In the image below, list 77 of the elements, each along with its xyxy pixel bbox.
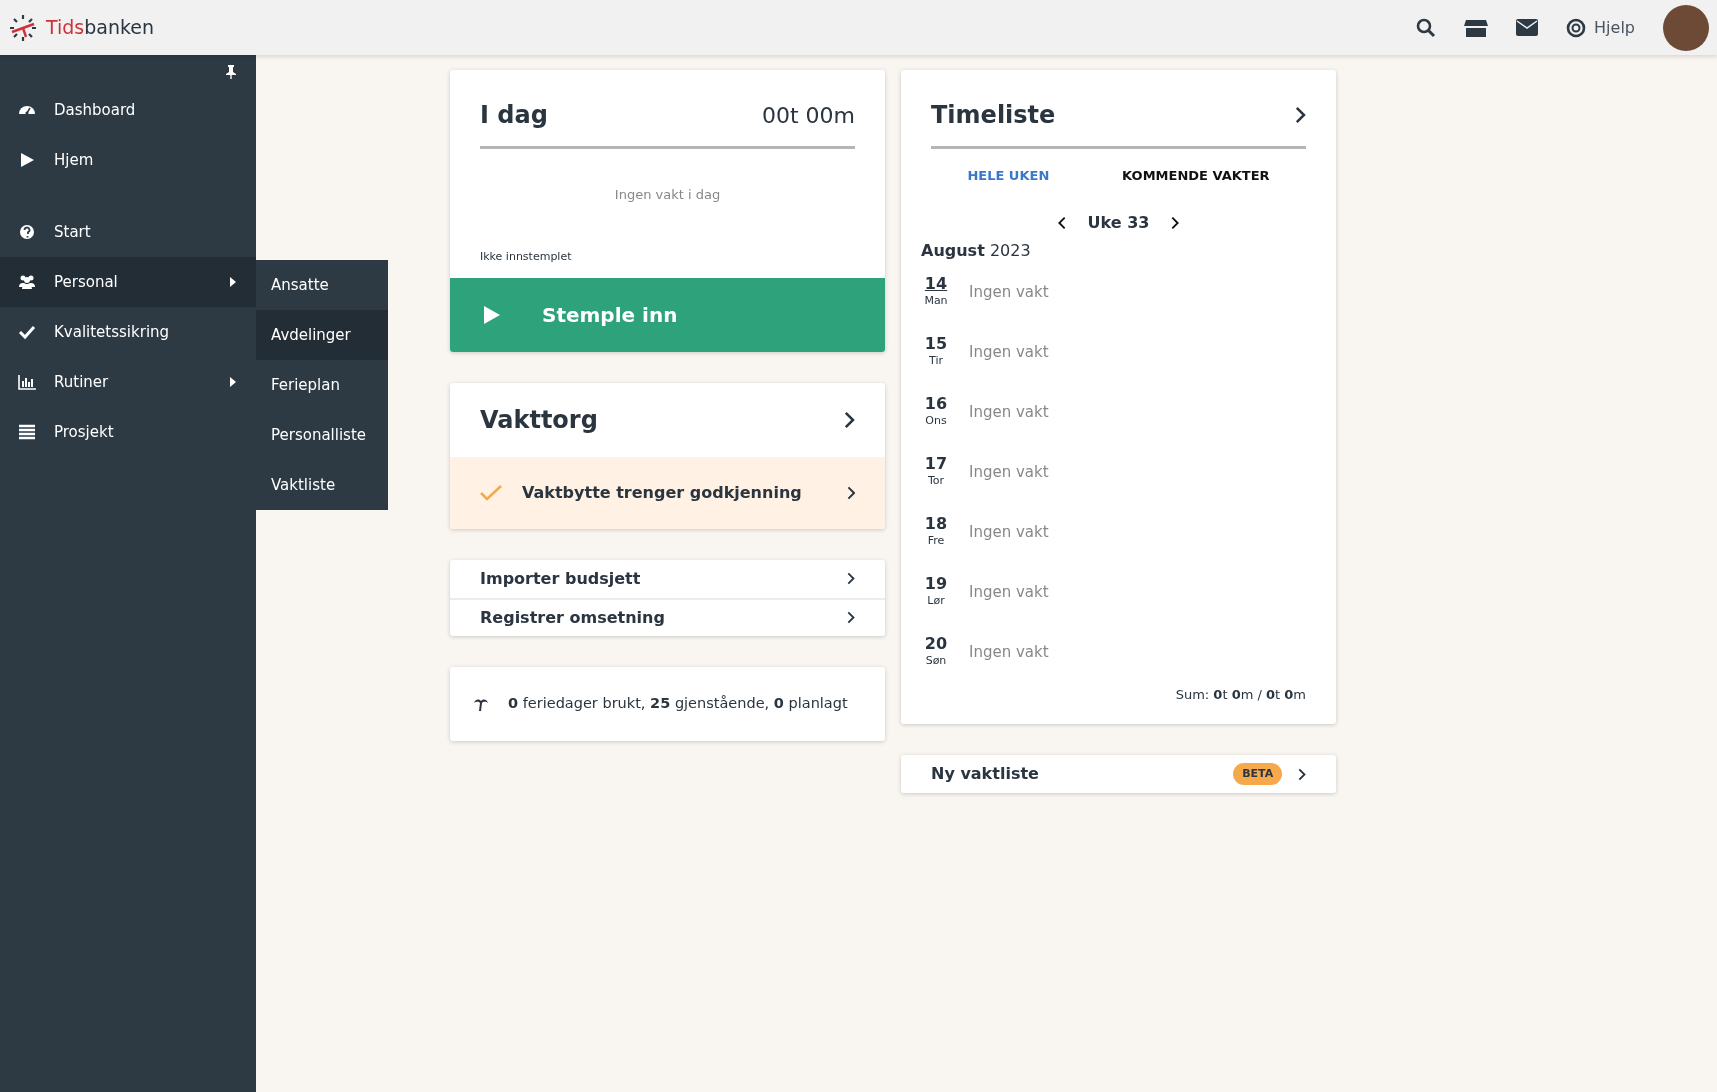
day-number[interactable]: 18 bbox=[924, 515, 948, 534]
weekday-label: Søn bbox=[925, 653, 947, 670]
time-total: 00t 00m bbox=[761, 101, 855, 130]
empty-message: Ingen vakt i dag bbox=[614, 186, 721, 204]
shift-status: Ingen vakt bbox=[969, 462, 1049, 484]
list-icon bbox=[18, 423, 36, 441]
tab[interactable]: KOMMENDE VAKTER bbox=[1116, 165, 1276, 187]
weekday-label: Lør bbox=[927, 593, 945, 610]
vacation-summary: 0 feriedager brukt, 25 gjenstående, 0 planlagt bbox=[508, 693, 848, 713]
day-number[interactable]: 17 bbox=[924, 455, 948, 474]
weekday-label: Ons bbox=[925, 413, 947, 430]
link-row[interactable]: Ny vaktliste BETA bbox=[901, 755, 1336, 793]
submenu-item[interactable]: Personalliste bbox=[256, 410, 388, 460]
submenu-item[interactable]: Vaktliste bbox=[256, 460, 388, 510]
month-label: August 2023 bbox=[921, 240, 1031, 260]
shift-status: Ingen vakt bbox=[969, 582, 1049, 604]
day-number[interactable]: 15 bbox=[924, 335, 948, 354]
chevron-right-icon bbox=[1298, 767, 1306, 781]
week-label: Uke 33 bbox=[1087, 211, 1150, 234]
clock-status: Ikke innstemplet bbox=[480, 249, 572, 263]
store-icon[interactable] bbox=[1464, 17, 1489, 38]
day-number[interactable]: 20 bbox=[924, 635, 948, 654]
card-title: Timeliste bbox=[931, 100, 1056, 131]
brand-name: Tidsbanken bbox=[46, 15, 155, 41]
shift-status: Ingen vakt bbox=[969, 522, 1049, 544]
submenu-item[interactable]: Ferieplan bbox=[256, 360, 388, 410]
sidebar-item[interactable]: Start bbox=[0, 207, 256, 257]
weekday-label: Fre bbox=[927, 533, 945, 550]
link-row[interactable]: Importer budsjett bbox=[450, 559, 885, 598]
search-icon[interactable] bbox=[1416, 17, 1437, 38]
sidebar-item[interactable]: Kvalitetssikring bbox=[0, 307, 256, 357]
chevron-right-icon bbox=[847, 611, 855, 624]
sidebar-item[interactable]: Hjem bbox=[0, 135, 256, 185]
chevron-right-icon[interactable] bbox=[844, 410, 855, 429]
card-title: Vakttorg bbox=[480, 404, 598, 436]
bar-chart-icon bbox=[18, 373, 36, 391]
notice-row[interactable]: Vaktbytte trenger godkjenning bbox=[450, 456, 885, 529]
weekday-label: Tor bbox=[927, 473, 945, 490]
caret-right-icon bbox=[230, 377, 236, 387]
mail-icon[interactable] bbox=[1516, 19, 1539, 36]
caret-right-icon bbox=[230, 277, 236, 287]
shift-status: Ingen vakt bbox=[969, 282, 1049, 304]
chevron-left-icon[interactable] bbox=[1057, 215, 1066, 230]
tab[interactable]: HELE UKEN bbox=[961, 165, 1056, 187]
weekday-label: Man bbox=[924, 293, 948, 310]
beta-badge: BETA bbox=[1233, 762, 1283, 786]
shift-status: Ingen vakt bbox=[969, 402, 1049, 424]
play-icon bbox=[18, 151, 36, 169]
shift-status: Ingen vakt bbox=[969, 642, 1049, 664]
shift-status: Ingen vakt bbox=[969, 342, 1049, 364]
card-title: I dag bbox=[480, 100, 548, 131]
pin-icon[interactable] bbox=[226, 65, 236, 79]
sidebar-item[interactable]: Personal bbox=[0, 257, 256, 307]
users-icon bbox=[18, 273, 36, 291]
play-icon bbox=[484, 305, 500, 324]
checkmark-icon bbox=[480, 484, 502, 501]
day-number[interactable]: 14 bbox=[924, 275, 948, 294]
chevron-right-icon bbox=[846, 485, 855, 500]
help-icon bbox=[18, 223, 36, 241]
week-sum: Sum: 0t 0m / 0t 0m bbox=[1175, 685, 1306, 704]
sidebar-item[interactable]: Dashboard bbox=[0, 85, 256, 135]
day-number[interactable]: 16 bbox=[924, 395, 948, 414]
chevron-right-icon[interactable] bbox=[1171, 215, 1180, 230]
logo-icon bbox=[8, 12, 38, 43]
lifebuoy-icon bbox=[1566, 17, 1587, 38]
help-link[interactable]: Hjelp bbox=[1566, 15, 1635, 40]
weekday-label: Tir bbox=[929, 353, 943, 370]
submenu-item[interactable]: Avdelinger bbox=[256, 310, 388, 360]
submenu-item[interactable]: Ansatte bbox=[256, 260, 388, 310]
sidebar-item[interactable]: Prosjekt bbox=[0, 407, 256, 457]
link-row[interactable]: Registrer omsetning bbox=[450, 597, 885, 636]
avatar[interactable] bbox=[1663, 4, 1709, 51]
sidebar-item[interactable]: Rutiner bbox=[0, 357, 256, 407]
chevron-right-icon bbox=[847, 572, 855, 585]
checkmark-icon bbox=[18, 323, 36, 341]
day-number[interactable]: 19 bbox=[924, 575, 948, 594]
chevron-right-icon[interactable] bbox=[1295, 106, 1306, 124]
